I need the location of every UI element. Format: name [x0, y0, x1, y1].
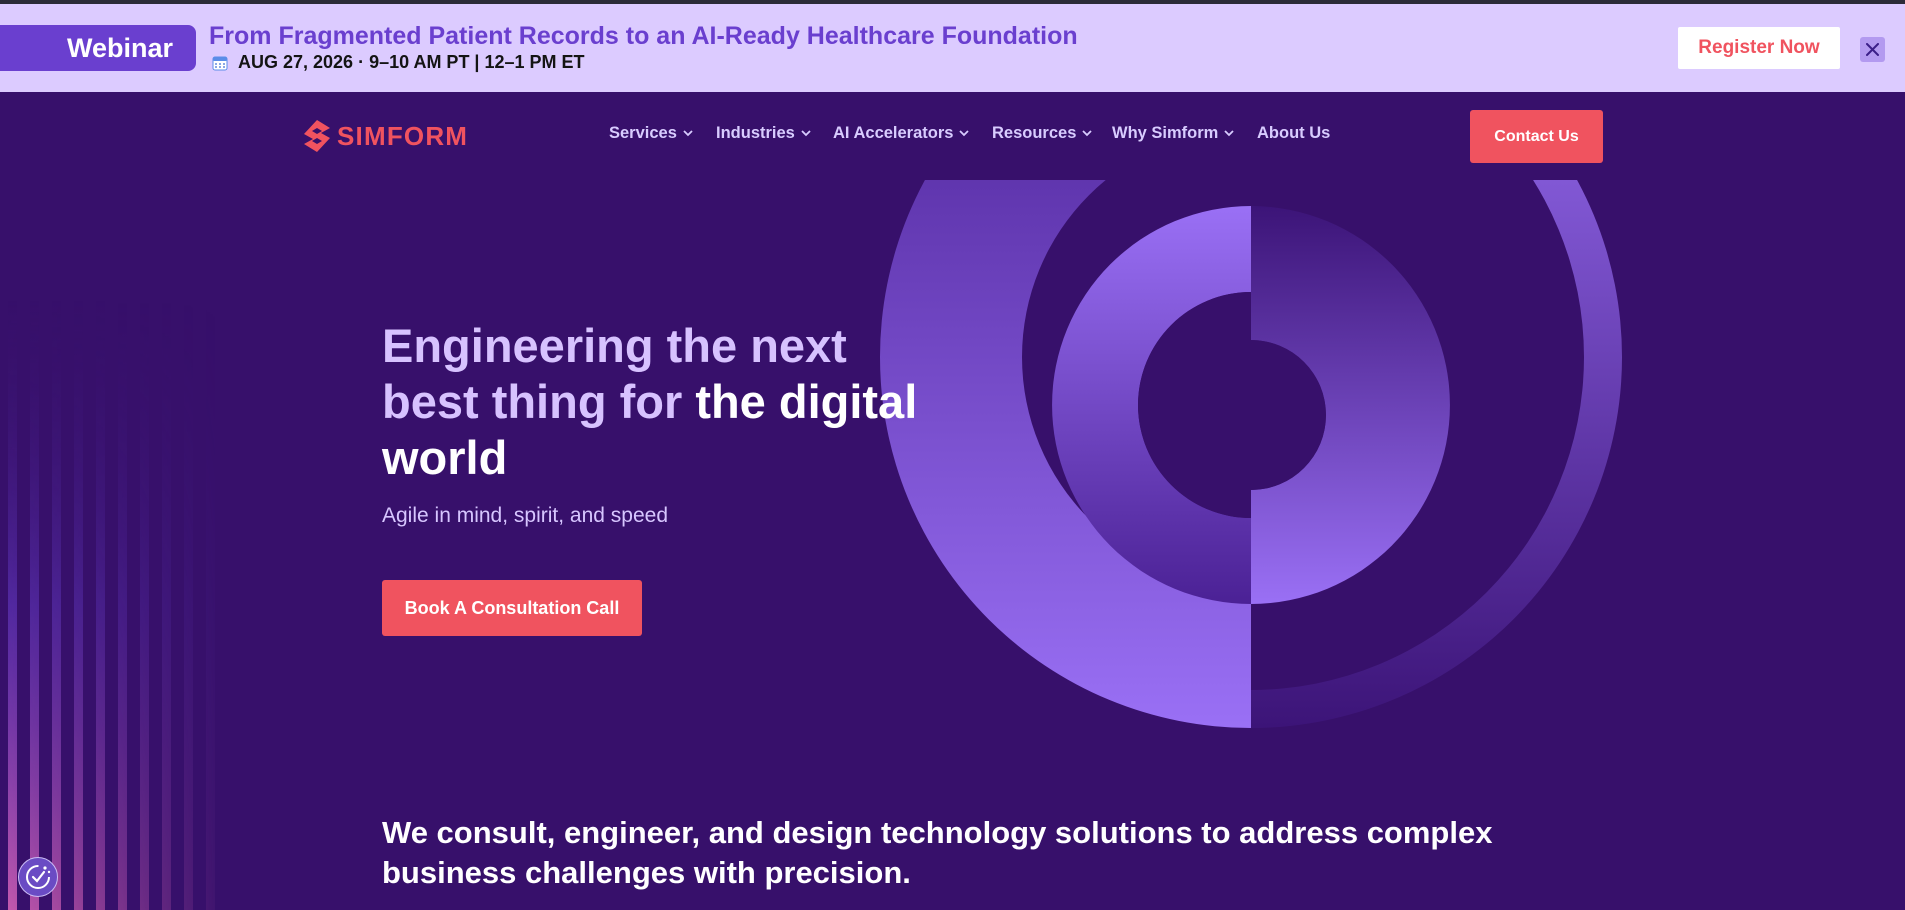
cookie-consent-icon [26, 865, 51, 889]
nav-item-why-simform[interactable]: Why Simform [1112, 124, 1234, 143]
register-now-button[interactable]: Register Now [1678, 27, 1840, 69]
decorative-stripes [8, 300, 215, 910]
webinar-date: AUG 27, 2026 · 9–10 AM PT | 12–1 PM ET [212, 52, 585, 73]
nav-item-industries[interactable]: Industries [716, 124, 811, 143]
value-statement: We consult, engineer, and design technol… [382, 815, 1493, 890]
chevron-down-icon [801, 130, 811, 137]
chevron-down-icon [1082, 130, 1093, 137]
chevron-down-icon [1224, 130, 1234, 137]
nav-item-label: Resources [992, 124, 1077, 142]
webinar-date-text: AUG 27, 2026 · 9–10 AM PT | 12–1 PM ET [238, 52, 585, 72]
logo-text: SIMFORM [337, 120, 469, 151]
nav-item-ai-accelerators[interactable]: AI Accelerators [833, 124, 970, 143]
nav-item-label: Services [609, 124, 677, 142]
hero-subtitle: Agile in mind, spirit, and speed [382, 504, 668, 527]
webinar-badge-label: Webinar [66, 32, 174, 63]
chevron-down-icon [959, 130, 970, 137]
simform-logo[interactable]: SIMFORM [302, 119, 468, 153]
nav-item-resources[interactable]: Resources [992, 124, 1093, 143]
nav-item-label: AI Accelerators [833, 124, 954, 142]
nav-item-label: Why Simform [1112, 124, 1219, 142]
book-consultation-button[interactable]: Book A Consultation Call [382, 580, 642, 636]
close-banner-button[interactable] [1860, 37, 1885, 62]
webinar-banner: Webinar From Fragmented Patient Records … [0, 4, 1905, 92]
contact-us-button[interactable]: Contact Us [1470, 110, 1603, 163]
nav-item-services[interactable]: Services [609, 124, 693, 143]
webinar-title[interactable]: From Fragmented Patient Records to an AI… [209, 22, 1078, 51]
hero-graphic [880, 180, 1622, 728]
webinar-badge: Webinar [0, 25, 196, 71]
calendar-icon [212, 56, 228, 70]
nav-item-label: About Us [1257, 124, 1331, 142]
nav-item-label: Industries [716, 124, 795, 142]
hero-heading: Engineering the next best thing for the … [382, 318, 942, 486]
chevron-down-icon [683, 130, 693, 137]
cookie-consent-button[interactable] [18, 857, 58, 897]
close-icon [1866, 43, 1879, 56]
simform-logo-icon [304, 120, 330, 152]
nav-item-about-us[interactable]: About Us [1257, 124, 1330, 143]
